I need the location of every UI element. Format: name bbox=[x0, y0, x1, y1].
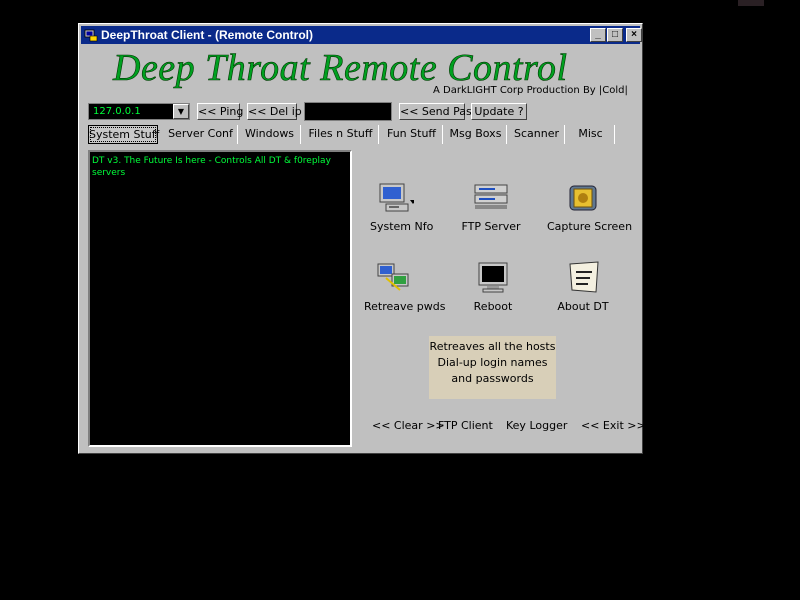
update-button[interactable]: Update ? bbox=[471, 103, 527, 120]
tooltip: Retreaves all the hosts Dial-up login na… bbox=[429, 336, 556, 399]
server-icon bbox=[474, 184, 508, 209]
window-title: DeepThroat Client - (Remote Control) bbox=[101, 28, 313, 42]
computer-icon bbox=[379, 183, 414, 212]
password-input[interactable] bbox=[304, 102, 392, 121]
ping-button[interactable]: << Ping bbox=[197, 103, 243, 120]
action-label: About DT bbox=[557, 300, 609, 313]
app-window: DeepThroat Client - (Remote Control) _ □… bbox=[78, 23, 646, 454]
ip-value: 127.0.0.1 bbox=[93, 106, 141, 117]
banner-subtitle: A DarkLIGHT Corp Production By |Cold| bbox=[433, 85, 628, 96]
tab-fun-stuff[interactable]: Fun Stuff bbox=[381, 125, 443, 144]
network-icon bbox=[377, 263, 409, 291]
action-label: FTP Server bbox=[461, 220, 521, 233]
console-text: DT v3. The Future Is here - Controls All… bbox=[92, 156, 331, 178]
action-label: Retreave pwds bbox=[364, 300, 446, 313]
send-pass-button[interactable]: << Send Pass bbox=[399, 103, 477, 120]
action-label: Reboot bbox=[473, 300, 513, 313]
output-console[interactable]: DT v3. The Future Is here - Controls All… bbox=[88, 150, 352, 447]
delete-ip-button[interactable]: << Del ip bbox=[247, 103, 302, 120]
tab-scanner[interactable]: Scanner bbox=[509, 125, 565, 144]
close-button[interactable]: × bbox=[626, 28, 642, 42]
tab-msg-boxs[interactable]: Msg Boxs bbox=[445, 125, 507, 144]
readme-icon bbox=[569, 261, 599, 293]
tab-server-conf[interactable]: Server Conf bbox=[164, 125, 238, 144]
app-icon bbox=[84, 29, 98, 42]
maximize-button[interactable]: □ bbox=[607, 28, 623, 42]
tab-windows[interactable]: Windows bbox=[239, 125, 301, 144]
chevron-down-icon[interactable]: ▼ bbox=[173, 104, 189, 119]
exit-button[interactable]: << Exit >> bbox=[581, 419, 646, 432]
action-label: System Nfo bbox=[370, 220, 434, 233]
action-label: Capture Screen bbox=[547, 220, 633, 233]
tab-system-stuff[interactable]: System Stuff bbox=[88, 125, 159, 144]
corner-artifact bbox=[738, 0, 764, 6]
minimize-button[interactable]: _ bbox=[590, 28, 606, 42]
banner-title: Deep Throat Remote Control bbox=[113, 47, 568, 90]
ip-select[interactable]: 127.0.0.1 ▼ bbox=[88, 103, 190, 120]
ftp-client-button[interactable]: FTP Client bbox=[438, 419, 493, 432]
key-logger-button[interactable]: Key Logger bbox=[506, 419, 567, 432]
tab-files-n-stuff[interactable]: Files n Stuff bbox=[303, 125, 379, 144]
title-bar[interactable]: DeepThroat Client - (Remote Control) _ □… bbox=[81, 26, 642, 44]
tab-misc[interactable]: Misc bbox=[567, 125, 615, 144]
clear-button[interactable]: << Clear >> bbox=[372, 419, 445, 432]
monitor-icon bbox=[478, 262, 508, 293]
camera-icon bbox=[569, 185, 597, 211]
